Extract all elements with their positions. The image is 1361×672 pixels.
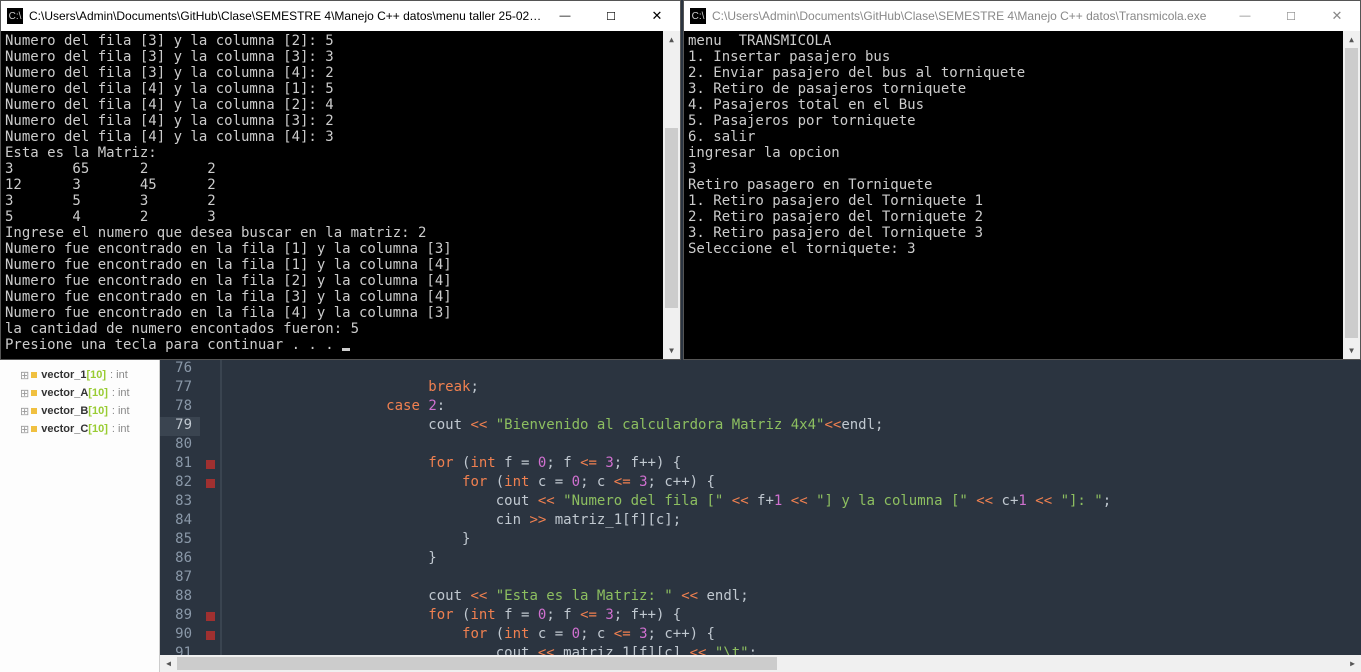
scroll-left-icon[interactable]: ◀ (160, 655, 177, 672)
window-title-1: C:\Users\Admin\Documents\GitHub\Clase\SE… (29, 9, 542, 23)
tree-item[interactable]: ⊞vector_C[10]: int (0, 420, 159, 438)
maximize-button[interactable]: ☐ (588, 1, 634, 31)
code-line[interactable]: 87 (160, 569, 1361, 588)
scroll-up-icon[interactable]: ▲ (1343, 31, 1360, 48)
code-line[interactable]: 84 cin >> matriz_1[f][c]; (160, 512, 1361, 531)
scroll-thumb[interactable] (177, 657, 777, 670)
scrollbar-horizontal[interactable]: ◀ ▶ (160, 655, 1361, 672)
code-line[interactable]: 91 cout << matriz_1[f][c] << "\t"; (160, 645, 1361, 655)
code-area: 7677 break;78 case 2:79 cout << "Bienven… (160, 360, 1361, 672)
code-line[interactable]: 76 (160, 360, 1361, 379)
scroll-up-icon[interactable]: ▲ (663, 31, 680, 48)
titlebar-2[interactable]: C:\ C:\Users\Admin\Documents\GitHub\Clas… (684, 1, 1360, 31)
code-line[interactable]: 77 break; (160, 379, 1361, 398)
close-button[interactable]: ✕ (634, 1, 680, 31)
code-line[interactable]: 86 } (160, 550, 1361, 569)
titlebar-1[interactable]: C:\ C:\Users\Admin\Documents\GitHub\Clas… (1, 1, 680, 31)
console-window-1: C:\ C:\Users\Admin\Documents\GitHub\Clas… (0, 0, 681, 360)
console-output-2[interactable]: menu TRANSMICOLA 1. Insertar pasajero bu… (684, 31, 1360, 359)
code-line[interactable]: 79 cout << "Bienvenido al calculardora M… (160, 417, 1361, 436)
console-output-1[interactable]: Numero del fila [3] y la columna [2]: 5 … (1, 31, 680, 359)
code-line[interactable]: 90 for (int c = 0; c <= 3; c++) { (160, 626, 1361, 645)
code-line[interactable]: 81 for (int f = 0; f <= 3; f++) { (160, 455, 1361, 474)
app-icon: C:\ (690, 8, 706, 24)
code-line[interactable]: 85 } (160, 531, 1361, 550)
code-line[interactable]: 78 case 2: (160, 398, 1361, 417)
minimize-button[interactable]: — (1222, 1, 1268, 31)
editor-area: ⊞vector_1[10]: int⊞vector_A[10]: int⊞vec… (0, 360, 1361, 672)
variables-sidebar[interactable]: ⊞vector_1[10]: int⊞vector_A[10]: int⊞vec… (0, 360, 160, 672)
code-line[interactable]: 88 cout << "Esta es la Matriz: " << endl… (160, 588, 1361, 607)
scrollbar-vertical-2[interactable]: ▲ ▼ (1343, 31, 1360, 359)
code-line[interactable]: 83 cout << "Numero del fila [" << f+1 <<… (160, 493, 1361, 512)
app-icon: C:\ (7, 8, 23, 24)
window-title-2: C:\Users\Admin\Documents\GitHub\Clase\SE… (712, 9, 1222, 23)
scroll-right-icon[interactable]: ▶ (1344, 655, 1361, 672)
scroll-down-icon[interactable]: ▼ (1343, 342, 1360, 359)
close-button[interactable]: ✕ (1314, 1, 1360, 31)
scroll-thumb[interactable] (1345, 48, 1358, 338)
code-editor[interactable]: 7677 break;78 case 2:79 cout << "Bienven… (160, 360, 1361, 655)
code-line[interactable]: 89 for (int f = 0; f <= 3; f++) { (160, 607, 1361, 626)
scrollbar-vertical-1[interactable]: ▲ ▼ (663, 31, 680, 359)
maximize-button[interactable]: ☐ (1268, 1, 1314, 31)
code-line[interactable]: 82 for (int c = 0; c <= 3; c++) { (160, 474, 1361, 493)
scroll-down-icon[interactable]: ▼ (663, 342, 680, 359)
console-window-2: C:\ C:\Users\Admin\Documents\GitHub\Clas… (683, 0, 1361, 360)
tree-item[interactable]: ⊞vector_1[10]: int (0, 366, 159, 384)
tree-item[interactable]: ⊞vector_A[10]: int (0, 384, 159, 402)
tree-item[interactable]: ⊞vector_B[10]: int (0, 402, 159, 420)
scroll-thumb[interactable] (665, 128, 678, 308)
code-line[interactable]: 80 (160, 436, 1361, 455)
minimize-button[interactable]: — (542, 1, 588, 31)
